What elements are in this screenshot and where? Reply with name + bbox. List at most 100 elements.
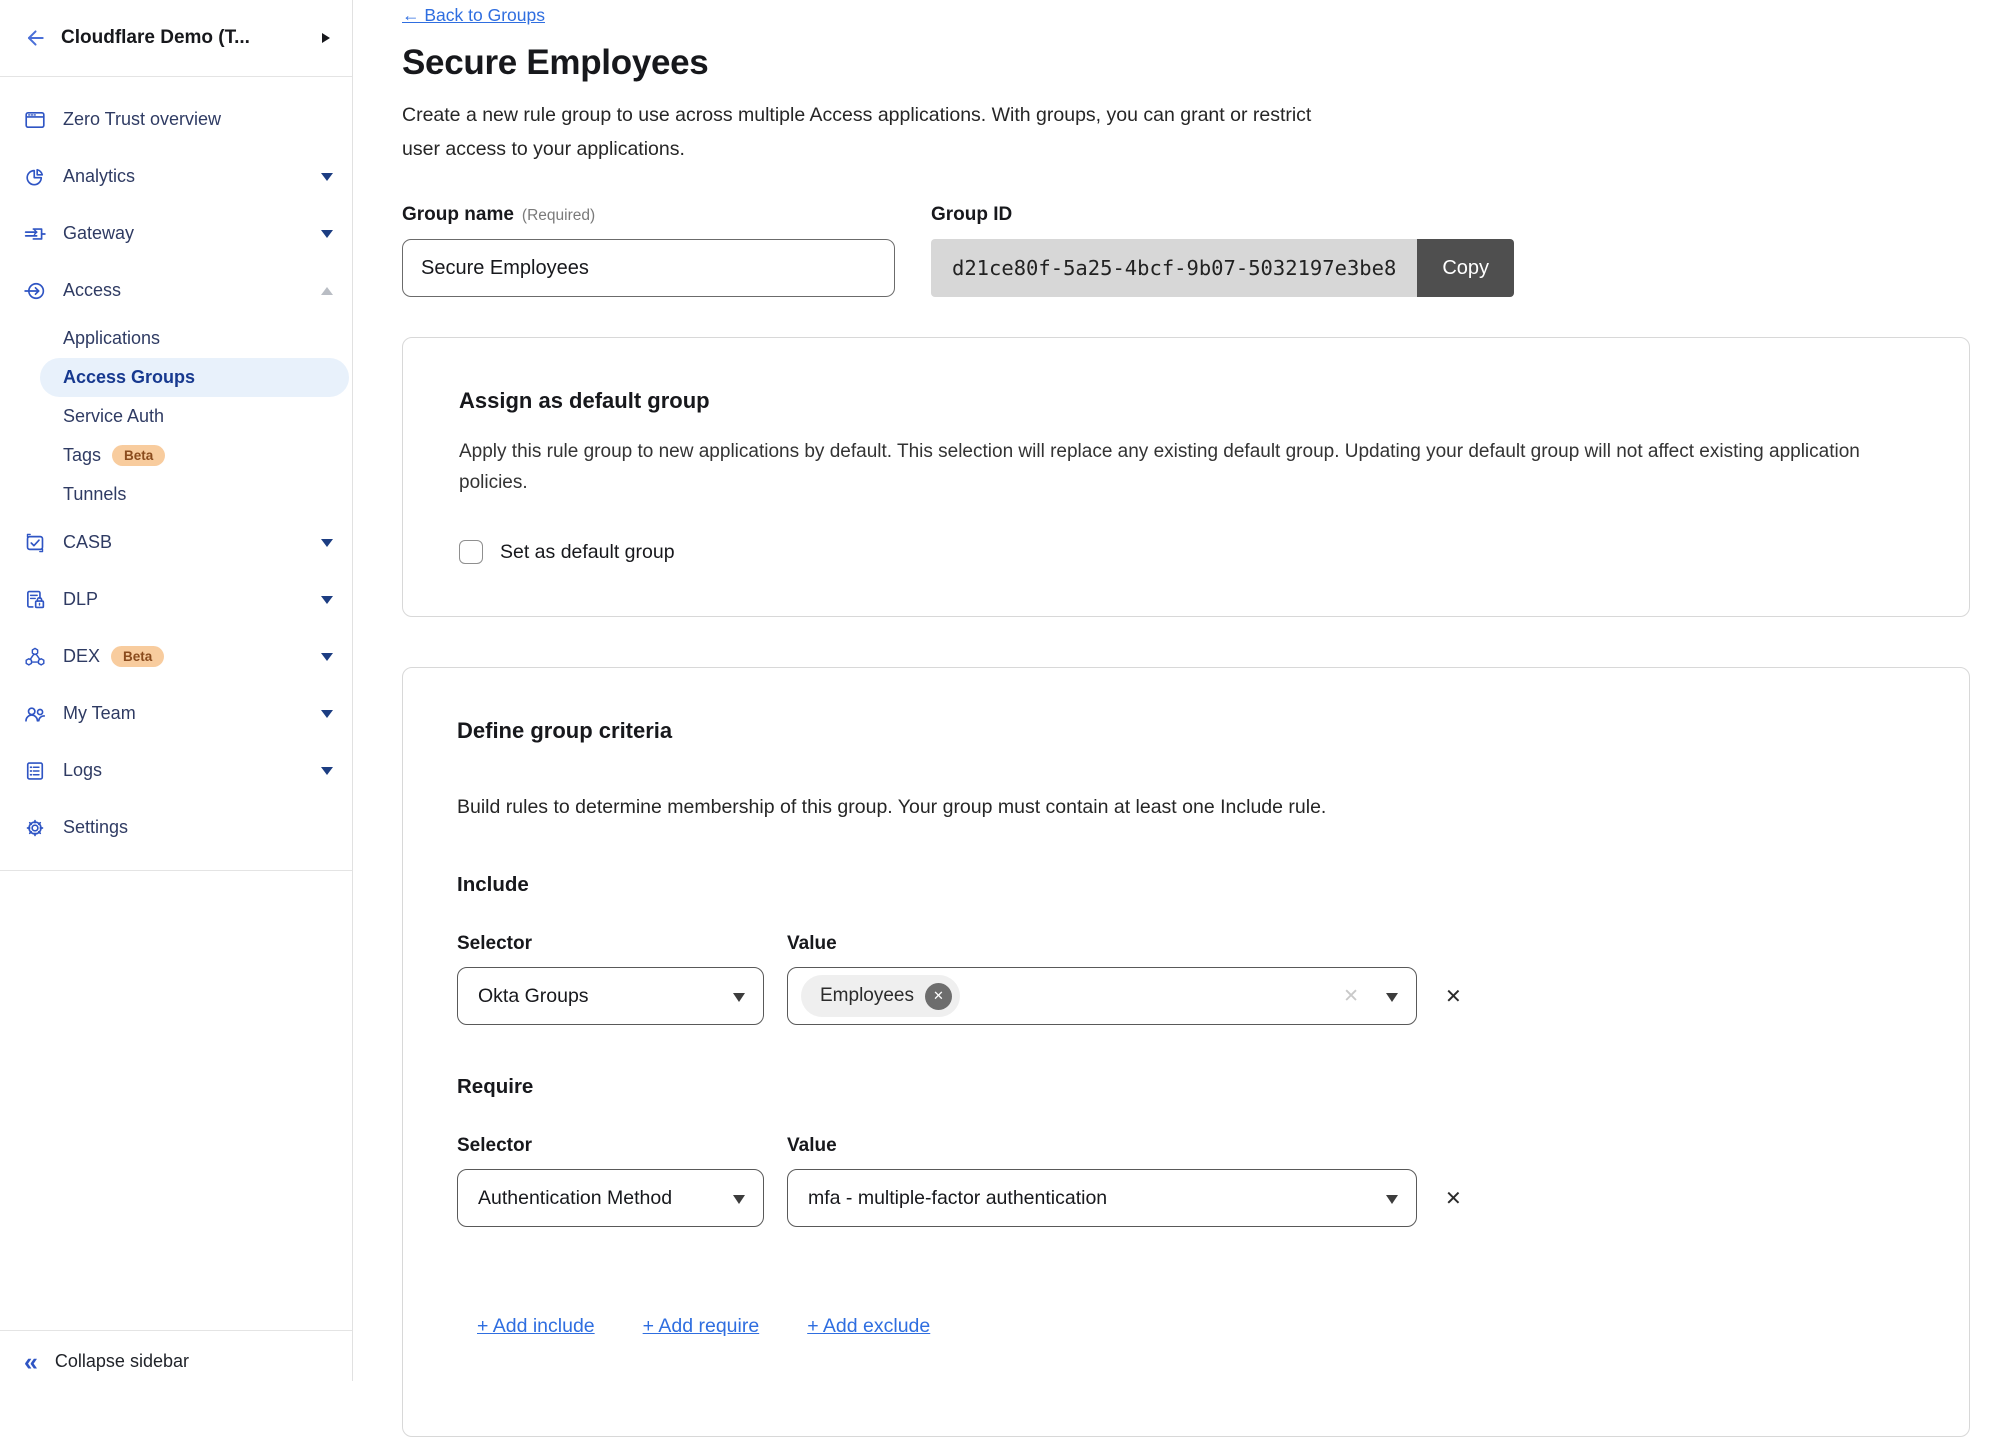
collapse-chevrons-icon: « [24, 1353, 38, 1371]
gateway-icon [24, 223, 46, 245]
sidebar-item-label: CASB [63, 532, 112, 553]
chevron-down-icon [1386, 993, 1398, 1002]
clear-value-icon[interactable]: ✕ [1343, 985, 1359, 1008]
require-value-text: mfa - multiple-factor authentication [808, 1187, 1107, 1210]
group-id-bar: d21ce80f-5a25-4bcf-9b07-5032197e3be8 Cop… [931, 239, 1514, 297]
group-name-field-block: Group name(Required) [402, 204, 895, 297]
sidebar-item-label: Settings [63, 817, 128, 838]
require-selector-label: Selector [457, 1135, 764, 1157]
sidebar-item-dex[interactable]: DEX Beta [0, 628, 352, 685]
require-selector-dropdown[interactable]: Authentication Method [457, 1169, 764, 1227]
criteria-card-description: Build rules to determine membership of t… [457, 792, 1877, 823]
chevron-down-icon[interactable] [321, 653, 333, 661]
sidebar-item-label: Access Groups [63, 367, 195, 388]
sidebar-item-settings[interactable]: Settings [0, 799, 352, 856]
set-default-group-checkbox[interactable] [459, 540, 483, 564]
beta-badge: Beta [111, 646, 164, 668]
gear-icon [24, 817, 46, 839]
chevron-down-icon[interactable] [321, 539, 333, 547]
account-name: Cloudflare Demo (T... [61, 27, 307, 49]
require-rule-row: Authentication Method mfa - multiple-fac… [457, 1169, 1915, 1227]
require-selector-value: Authentication Method [478, 1187, 672, 1210]
include-rule-row: Okta Groups Employees ✕ ✕ ✕ [457, 967, 1915, 1025]
chevron-down-icon[interactable] [321, 230, 333, 238]
sidebar-item-label: Applications [63, 328, 160, 349]
casb-check-icon [24, 532, 46, 554]
collapse-sidebar-button[interactable]: « Collapse sidebar [0, 1330, 352, 1372]
sidebar-item-label: Tunnels [63, 484, 126, 505]
sidebar-item-tags[interactable]: Tags Beta [0, 436, 352, 475]
collapse-sidebar-label: Collapse sidebar [55, 1351, 189, 1372]
include-selector-dropdown[interactable]: Okta Groups [457, 967, 764, 1025]
sidebar-item-label: DEX [63, 646, 100, 667]
copy-button[interactable]: Copy [1417, 239, 1514, 297]
set-default-group-label: Set as default group [500, 541, 675, 564]
beta-badge: Beta [112, 445, 165, 467]
remove-include-rule-button[interactable]: ✕ [1445, 984, 1462, 1009]
group-id-label: Group ID [931, 204, 1012, 225]
sidebar-item-dlp[interactable]: DLP [0, 571, 352, 628]
sidebar-item-gateway[interactable]: Gateway [0, 205, 352, 262]
criteria-card: Define group criteria Build rules to det… [402, 667, 1970, 1437]
rule-actions-row: + Add include + Add require + Add exclud… [477, 1315, 1915, 1338]
group-name-input[interactable] [402, 239, 895, 297]
sidebar-item-label: DLP [63, 589, 98, 610]
chevron-up-icon[interactable] [321, 287, 333, 295]
main-content: ← Back to Groups Secure Employees Create… [402, 0, 1970, 1437]
sidebar-item-label: My Team [63, 703, 136, 724]
required-hint: (Required) [522, 207, 595, 224]
chevron-right-icon[interactable] [322, 33, 330, 43]
sidebar-item-applications[interactable]: Applications [0, 319, 352, 358]
include-value-multiselect[interactable]: Employees ✕ ✕ [787, 967, 1417, 1025]
group-meta-row: Group name(Required) Group ID d21ce80f-5… [402, 204, 1970, 297]
include-selector-label: Selector [457, 933, 764, 955]
sidebar-item-tunnels[interactable]: Tunnels [0, 475, 352, 514]
value-chip: Employees ✕ [801, 975, 960, 1017]
sidebar-item-label: Tags [63, 445, 101, 466]
set-default-group-row[interactable]: Set as default group [459, 540, 1913, 564]
page-subtitle: Create a new rule group to use across mu… [402, 98, 1347, 166]
document-lock-icon [24, 589, 46, 611]
include-selector-value: Okta Groups [478, 985, 589, 1008]
sidebar-item-zero-trust-overview[interactable]: Zero Trust overview [0, 91, 352, 148]
sidebar-item-access-groups[interactable]: Access Groups [40, 358, 349, 397]
add-include-link[interactable]: + Add include [477, 1315, 595, 1338]
sidebar-item-label: Logs [63, 760, 102, 781]
group-id-value: d21ce80f-5a25-4bcf-9b07-5032197e3be8 [931, 239, 1417, 297]
require-heading: Require [457, 1075, 1915, 1099]
chevron-down-icon [733, 1195, 745, 1204]
sidebar-item-label: Service Auth [63, 406, 164, 427]
require-value-dropdown[interactable]: mfa - multiple-factor authentication [787, 1169, 1417, 1227]
include-heading: Include [457, 873, 1915, 897]
pie-chart-icon [24, 166, 46, 188]
list-document-icon [24, 760, 46, 782]
sidebar-item-my-team[interactable]: My Team [0, 685, 352, 742]
sidebar-item-label: Gateway [63, 223, 134, 244]
back-arrow-icon[interactable] [24, 27, 46, 49]
sidebar-item-logs[interactable]: Logs [0, 742, 352, 799]
sidebar-divider [0, 870, 352, 871]
back-to-groups-link[interactable]: ← Back to Groups [402, 5, 545, 26]
sidebar-item-label: Zero Trust overview [63, 109, 221, 130]
chevron-down-icon[interactable] [321, 173, 333, 181]
sidebar-item-access[interactable]: Access [0, 262, 352, 319]
window-icon [24, 109, 46, 131]
chip-remove-icon[interactable]: ✕ [925, 983, 952, 1010]
chevron-down-icon[interactable] [321, 710, 333, 718]
default-group-card-title: Assign as default group [459, 388, 1913, 414]
sidebar-item-analytics[interactable]: Analytics [0, 148, 352, 205]
require-value-label: Value [787, 1135, 837, 1157]
chevron-down-icon[interactable] [321, 596, 333, 604]
include-labels-row: Selector Value [457, 933, 1915, 955]
remove-require-rule-button[interactable]: ✕ [1445, 1186, 1462, 1211]
chevron-down-icon[interactable] [321, 767, 333, 775]
sidebar-item-label: Access [63, 280, 121, 301]
sidebar-nav: Zero Trust overview Analytics Gateway Ac… [0, 77, 352, 871]
people-icon [24, 703, 46, 725]
network-nodes-icon [24, 646, 46, 668]
add-require-link[interactable]: + Add require [643, 1315, 760, 1338]
chevron-down-icon [1386, 1195, 1398, 1204]
sidebar-item-service-auth[interactable]: Service Auth [0, 397, 352, 436]
sidebar-item-casb[interactable]: CASB [0, 514, 352, 571]
add-exclude-link[interactable]: + Add exclude [807, 1315, 930, 1338]
